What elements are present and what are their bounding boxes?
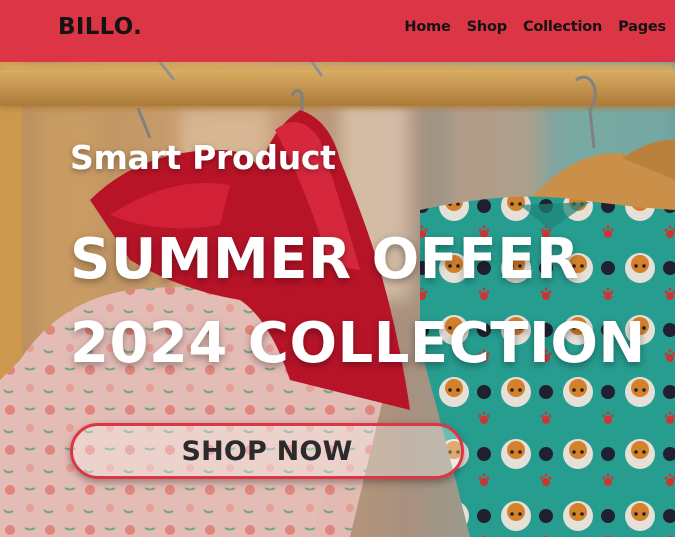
hero-title-line-1: SUMMER OFFER [70,227,580,292]
shop-now-button[interactable]: SHOP NOW [70,423,464,479]
top-navbar: BILLO. Home Shop Collection Pages [0,0,675,62]
hero-title-line-2: 2024 COLLECTION [70,311,646,376]
main-nav: Home Shop Collection Pages [404,19,666,35]
nav-link-home[interactable]: Home [404,19,450,35]
nav-link-shop[interactable]: Shop [467,19,508,35]
hero-title: SUMMER OFFER 2024 COLLECTION [70,218,646,386]
brand-logo[interactable]: BILLO. [58,14,142,40]
nav-link-pages[interactable]: Pages [618,19,666,35]
nav-link-collection[interactable]: Collection [523,19,602,35]
hero-subtitle: Smart Product [70,138,336,177]
